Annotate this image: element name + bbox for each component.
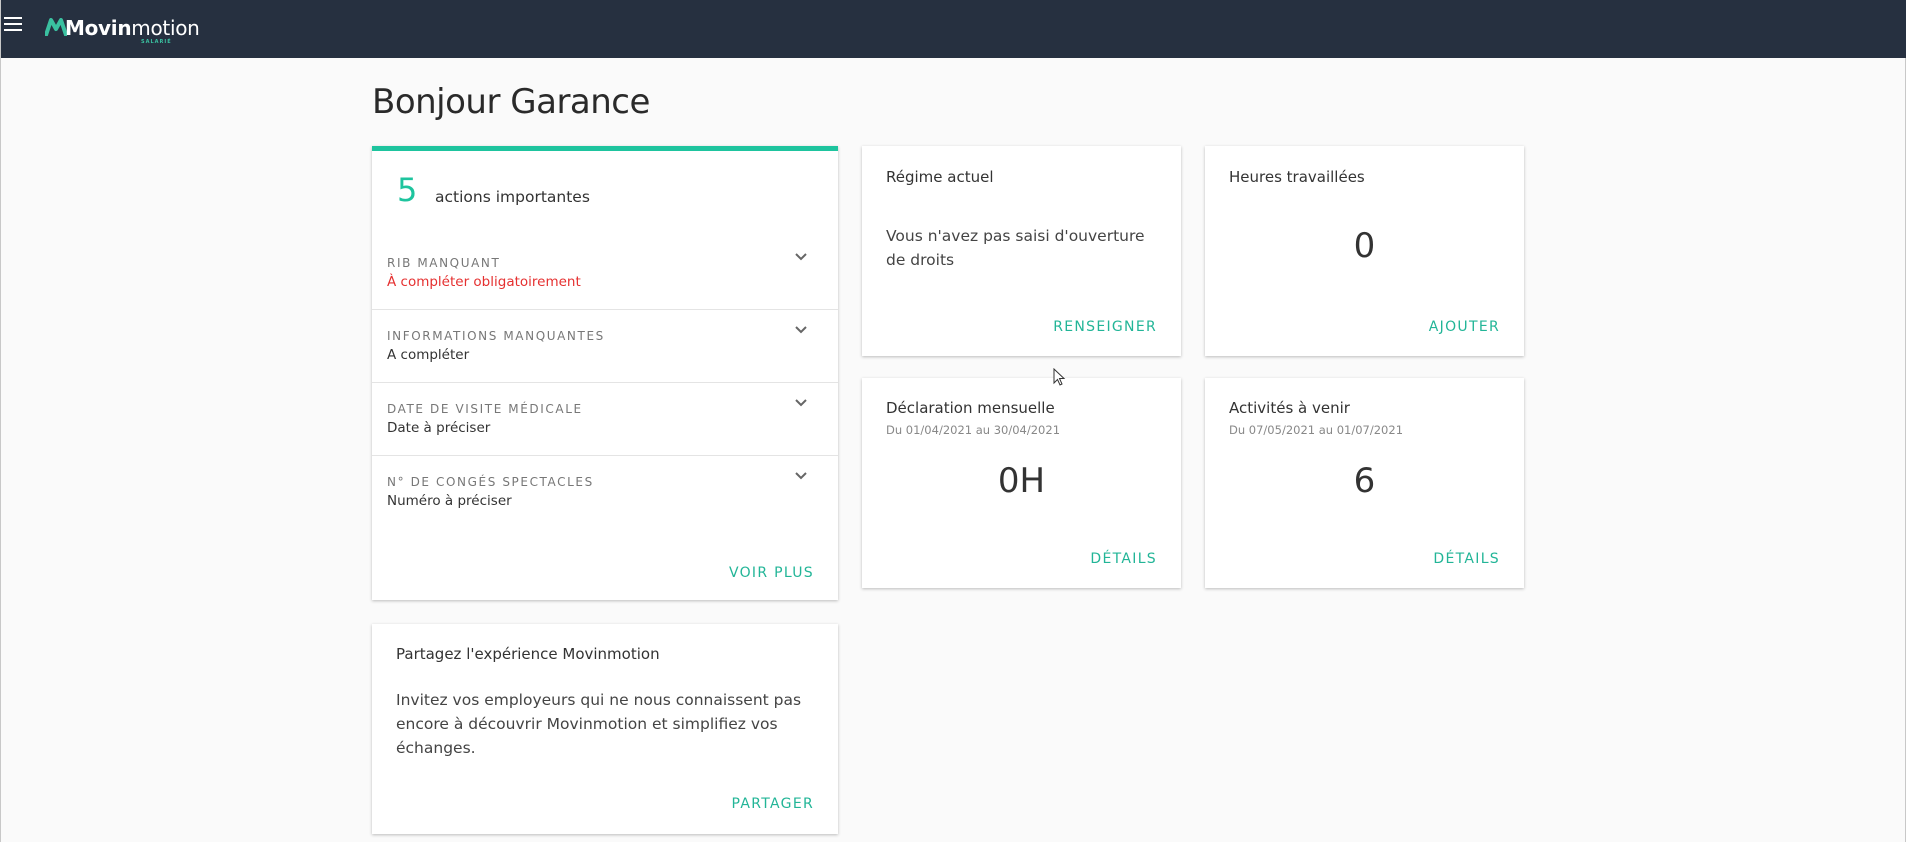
ajouter-button[interactable]: AJOUTER [1429,319,1500,335]
card-title: Heures travaillées [1229,168,1365,186]
chevron-down-icon[interactable] [794,471,808,481]
chevron-down-icon[interactable] [794,398,808,408]
top-app-bar: Movinmotion SALARIÉ [1,0,1906,58]
partager-button[interactable]: PARTAGER [732,796,814,812]
action-item-rib[interactable]: RIB MANQUANT À compléter obligatoirement [372,237,838,310]
declaration-period: Du 01/04/2021 au 30/04/2021 [886,423,1061,437]
action-item-label: RIB MANQUANT [387,256,501,270]
regime-card: Régime actuel Vous n'avez pas saisi d'ou… [862,146,1181,356]
important-actions-card: 5 actions importantes RIB MANQUANT À com… [372,146,838,600]
action-item-value: Date à préciser [387,420,491,436]
activities-details-button[interactable]: DÉTAILS [1433,551,1500,567]
share-message: Invitez vos employeurs qui ne nous conna… [396,691,802,757]
declaration-value: 0H [997,461,1046,501]
action-item-value: À compléter obligatoirement [387,274,581,290]
voir-plus-button[interactable]: VOIR PLUS [729,565,814,581]
actions-count-label: actions importantes [435,188,590,206]
activities-period: Du 07/05/2021 au 01/07/2021 [1229,423,1404,437]
action-item-visite-medicale[interactable]: DATE DE VISITE MÉDICALE Date à préciser [372,383,838,456]
card-title: Activités à venir [1229,399,1350,417]
monthly-declaration-card: Déclaration mensuelle Du 01/04/2021 au 3… [862,378,1181,588]
hours-value: 0 [1353,226,1376,266]
action-item-label: N° DE CONGÉS SPECTACLES [387,475,594,489]
renseigner-button[interactable]: RENSEIGNER [1053,319,1157,335]
card-title: Partagez l'expérience Movinmotion [396,645,660,663]
action-item-label: DATE DE VISITE MÉDICALE [387,402,583,416]
action-item-value: Numéro à préciser [387,493,512,509]
logo-mark-icon [45,18,67,36]
page-title: Bonjour Garance [372,82,650,122]
hamburger-menu-icon[interactable] [4,17,22,31]
share-card: Partagez l'expérience Movinmotion Invite… [372,624,838,834]
logo-subtitle: SALARIÉ [141,39,172,45]
logo-wordmark: Movinmotion [65,16,200,40]
action-item-value: A compléter [387,347,470,363]
action-item-conges-spectacles[interactable]: N° DE CONGÉS SPECTACLES Numéro à précise… [372,456,838,529]
chevron-down-icon[interactable] [794,325,808,335]
upcoming-activities-card: Activités à venir Du 07/05/2021 au 01/07… [1205,378,1524,588]
hours-worked-card: Heures travaillées 0 AJOUTER [1205,146,1524,356]
actions-count: 5 [397,171,418,209]
card-title: Déclaration mensuelle [886,399,1055,417]
chevron-down-icon[interactable] [794,252,808,262]
regime-message: Vous n'avez pas saisi d'ouverture de dro… [886,227,1145,269]
action-item-label: INFORMATIONS MANQUANTES [387,329,605,343]
declaration-details-button[interactable]: DÉTAILS [1090,551,1157,567]
action-item-informations[interactable]: INFORMATIONS MANQUANTES A compléter [372,310,838,383]
card-title: Régime actuel [886,168,994,186]
mouse-cursor-icon [1053,368,1066,386]
activities-value: 6 [1353,461,1376,501]
